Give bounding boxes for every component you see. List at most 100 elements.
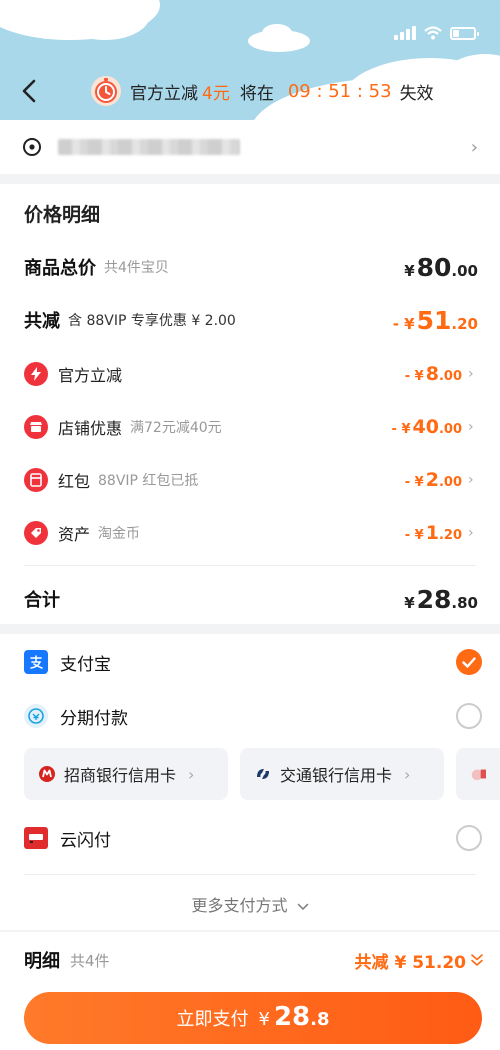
amount-integer: 28 bbox=[416, 584, 452, 614]
bank-icon bbox=[471, 769, 486, 781]
chevron-right-icon: › bbox=[468, 419, 474, 435]
discount-item-note: 淘金币 bbox=[98, 526, 141, 542]
payment-option-label: 分期付款 bbox=[60, 708, 128, 729]
cmb-bank-icon bbox=[39, 766, 55, 782]
chevron-right-icon: › bbox=[188, 764, 195, 784]
amount-decimal: .00 bbox=[438, 369, 462, 384]
coin-tag-icon bbox=[24, 521, 48, 545]
amount-decimal: .80 bbox=[451, 593, 478, 612]
amount-decimal: .00 bbox=[451, 261, 478, 280]
address-row[interactable]: › bbox=[0, 120, 500, 174]
installment-icon bbox=[24, 704, 48, 728]
sum-row: 合计 ¥ 28 .80 bbox=[24, 584, 478, 614]
card-option-more[interactable] bbox=[456, 748, 500, 800]
sum-amount: ¥ 28 .80 bbox=[404, 585, 478, 614]
radio-unchecked[interactable] bbox=[456, 825, 482, 851]
shop-icon bbox=[24, 415, 48, 439]
amount-integer: 40 bbox=[412, 416, 439, 438]
payment-option-unionpay[interactable]: 云闪付 bbox=[24, 822, 482, 854]
card-option-bocom[interactable]: 交通银行信用卡 › bbox=[240, 748, 444, 800]
promo-amount: 4元 bbox=[202, 83, 230, 104]
card-option-label: 交通银行信用卡 bbox=[280, 766, 393, 785]
payment-option-label: 云闪付 bbox=[60, 830, 111, 851]
status-icons bbox=[394, 26, 479, 40]
total-discount-row: 共减 含 88VIP 专享优惠 ¥ 2.00 - ¥ 51 .20 bbox=[24, 305, 478, 335]
total-discount-label: 共减 bbox=[24, 311, 60, 332]
currency-symbol: ¥ bbox=[258, 1009, 270, 1030]
red-packet-icon bbox=[24, 468, 48, 492]
chevron-down-icon bbox=[297, 903, 308, 911]
card-option-cmb[interactable]: 招商银行信用卡 › bbox=[24, 748, 228, 800]
promo-prefix: 官方立减 bbox=[130, 83, 198, 104]
status-time: 14:0? bbox=[42, 22, 103, 44]
amount-integer: 80 bbox=[416, 252, 452, 282]
chevron-right-icon: › bbox=[470, 136, 478, 158]
alipay-icon bbox=[24, 650, 48, 674]
payment-option-alipay[interactable]: 支付宝 bbox=[24, 646, 482, 678]
address-text-blurred bbox=[58, 139, 240, 155]
sum-label: 合计 bbox=[24, 590, 60, 611]
amount-decimal: .8 bbox=[310, 1009, 330, 1030]
pay-now-button[interactable]: 立即支付 ¥ 28 .8 bbox=[24, 992, 482, 1044]
more-payment-methods-link[interactable]: 更多支付方式 bbox=[0, 892, 500, 916]
check-icon bbox=[462, 656, 476, 668]
discount-item-amount: - ¥ 40 .00 bbox=[392, 416, 462, 438]
discount-item-assets[interactable]: 资产 淘金币 - ¥ 1 .20 › bbox=[24, 518, 478, 548]
discount-item-amount: - ¥ 1 .20 bbox=[405, 522, 462, 544]
goods-total-count: 共4件宝贝 bbox=[104, 260, 169, 276]
promo-middle: 将在 bbox=[239, 83, 274, 104]
amount-integer: 28 bbox=[273, 1002, 311, 1032]
detail-label: 明细 bbox=[24, 951, 60, 972]
discount-item-label: 资产 bbox=[58, 525, 91, 544]
currency-symbol: - ¥ bbox=[404, 528, 424, 543]
discount-item-shop[interactable]: 店铺优惠 满72元减40元 - ¥ 40 .00 › bbox=[24, 412, 478, 442]
stopwatch-icon bbox=[91, 76, 121, 106]
total-discount-amount: - ¥ 51 .20 bbox=[393, 306, 478, 335]
expand-detail-toggle[interactable]: 共减 ¥ 51.20 bbox=[355, 948, 484, 973]
discount-item-official[interactable]: 官方立减 - ¥ 8 .00 › bbox=[24, 359, 478, 389]
detail-count: 共4件 bbox=[70, 951, 110, 970]
amount-integer: 8 bbox=[425, 363, 439, 385]
chevron-left-icon bbox=[22, 79, 36, 103]
price-detail-title: 价格明细 bbox=[24, 204, 101, 226]
battery-icon bbox=[450, 26, 479, 40]
amount-decimal: .00 bbox=[438, 475, 462, 490]
currency-symbol: - ¥ bbox=[404, 369, 424, 384]
card-option-label: 招商银行信用卡 bbox=[64, 766, 177, 785]
wifi-icon bbox=[424, 26, 442, 40]
bocom-bank-icon bbox=[257, 769, 269, 779]
signal-icon bbox=[394, 26, 416, 40]
radio-unchecked[interactable] bbox=[456, 703, 482, 729]
bottom-bar: 明细 共4件 共减 ¥ 51.20 立即支付 ¥ 28 .8 bbox=[0, 932, 500, 1050]
more-payment-label: 更多支付方式 bbox=[191, 896, 288, 915]
radio-checked[interactable] bbox=[456, 649, 482, 675]
amount-decimal: .00 bbox=[438, 422, 462, 437]
payment-option-installment[interactable]: 分期付款 bbox=[24, 700, 482, 732]
chevron-right-icon: › bbox=[468, 366, 474, 382]
chevron-right-icon: › bbox=[468, 472, 474, 488]
header: 14:0? 官方立减 4元 将在 09 : 51 : 53 失效 bbox=[0, 0, 500, 120]
discount-item-label: 红包 bbox=[58, 472, 91, 491]
discount-item-label: 官方立减 bbox=[58, 366, 123, 385]
discount-item-note: 88VIP 红包已抵 bbox=[98, 473, 199, 489]
price-detail-card: 价格明细 商品总价 共4件宝贝 ¥ 80 .00 共减 含 88VIP 专享优惠… bbox=[0, 184, 500, 624]
back-button[interactable] bbox=[14, 76, 44, 106]
double-chevron-down-icon bbox=[471, 954, 483, 966]
discount-item-amount: - ¥ 2 .00 bbox=[405, 469, 462, 491]
amount-decimal: .20 bbox=[438, 528, 462, 543]
location-icon bbox=[23, 138, 41, 156]
goods-total-row: 商品总价 共4件宝贝 ¥ 80 .00 bbox=[24, 252, 478, 282]
chevron-right-icon: › bbox=[404, 764, 411, 784]
currency-symbol: ¥ bbox=[404, 261, 415, 280]
discount-item-red-packet[interactable]: 红包 88VIP 红包已抵 - ¥ 2 .00 › bbox=[24, 465, 478, 495]
discount-item-label: 店铺优惠 bbox=[58, 419, 123, 438]
promo-suffix: 失效 bbox=[399, 83, 434, 104]
vip-discount-note: 含 88VIP 专享优惠 ¥ 2.00 bbox=[68, 313, 236, 329]
amount-integer: 1 bbox=[425, 522, 439, 544]
discount-item-note: 满72元减40元 bbox=[130, 420, 222, 436]
payment-option-label: 支付宝 bbox=[60, 654, 111, 675]
bolt-icon bbox=[24, 362, 48, 386]
countdown-timer: 09 : 51 : 53 bbox=[287, 80, 392, 102]
discount-item-amount: - ¥ 8 .00 bbox=[405, 363, 462, 385]
goods-total-amount: ¥ 80 .00 bbox=[404, 253, 478, 282]
